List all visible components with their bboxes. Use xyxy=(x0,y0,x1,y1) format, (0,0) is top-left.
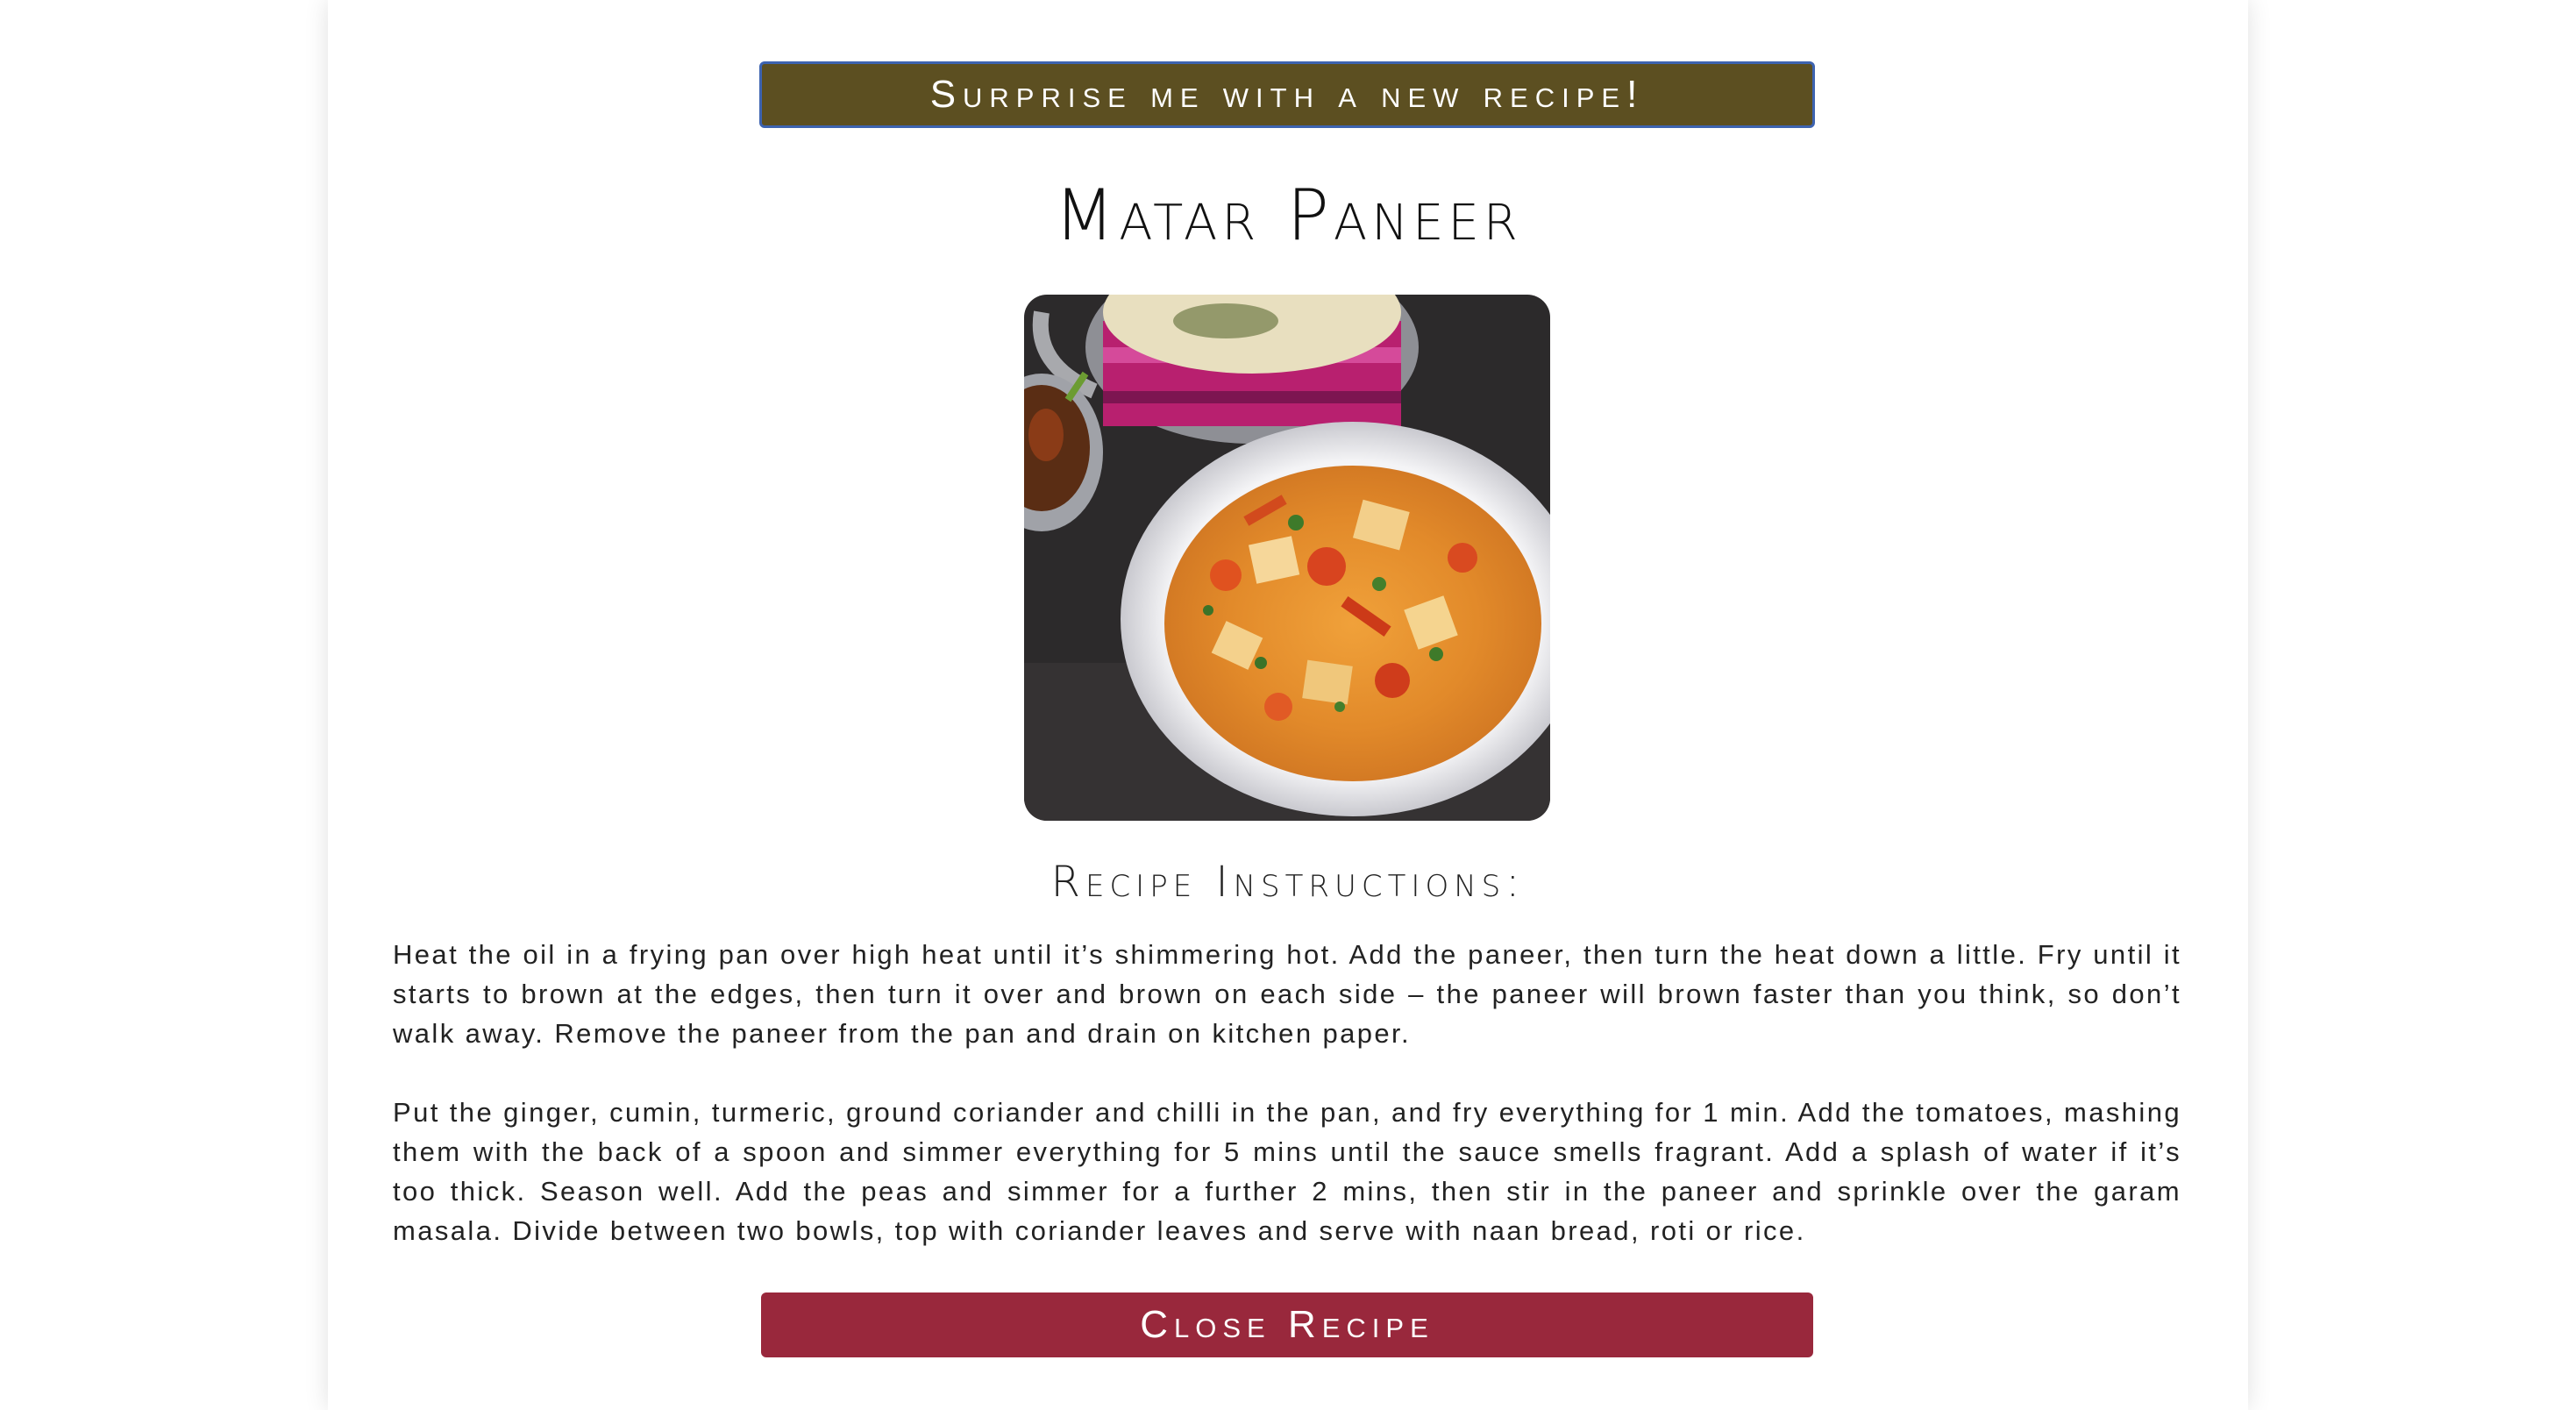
close-recipe-button[interactable]: Close Recipe xyxy=(761,1292,1813,1357)
surprise-me-button[interactable]: Surprise me with a new recipe! xyxy=(759,61,1815,128)
instructions-heading: Recipe Instructions: xyxy=(1050,858,1526,907)
recipe-instructions: Heat the oil in a frying pan over high h… xyxy=(393,935,2181,1290)
recipe-photo xyxy=(1024,295,1550,821)
instruction-paragraph: Put the ginger, cumin, turmeric, ground … xyxy=(393,1097,2181,1246)
recipe-title: Matar Paneer xyxy=(1054,174,1522,256)
instruction-paragraph: Heat the oil in a frying pan over high h… xyxy=(393,939,2181,1049)
